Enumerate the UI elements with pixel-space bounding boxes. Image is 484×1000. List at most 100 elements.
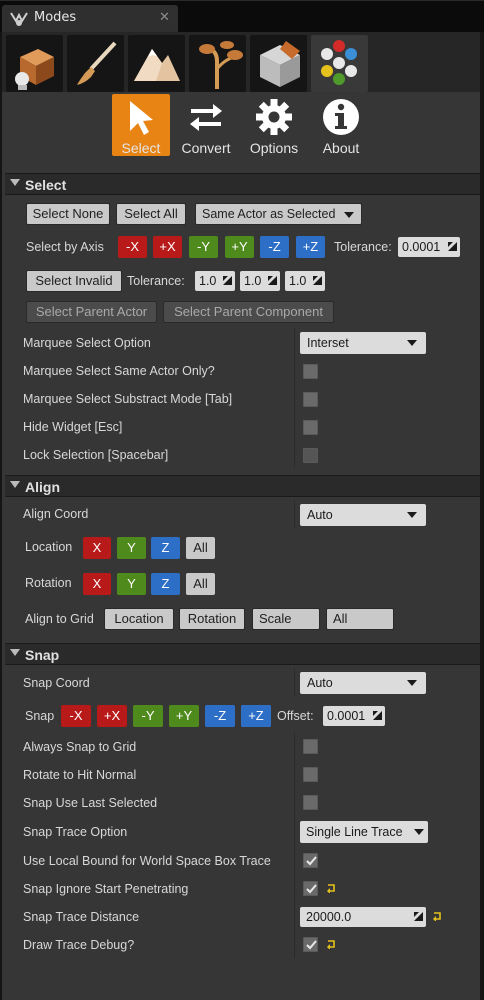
marquee-substract-checkbox[interactable] bbox=[303, 392, 318, 407]
trace-distance-label: Snap Trace Distance bbox=[23, 910, 140, 924]
align-location-x-button[interactable]: X bbox=[83, 537, 111, 559]
always-snap-checkbox[interactable] bbox=[303, 739, 318, 754]
trace-distance-value: 20000.0 bbox=[306, 910, 352, 924]
close-tab-icon[interactable]: ✕ bbox=[159, 10, 170, 25]
about-button[interactable]: About bbox=[312, 94, 370, 156]
lock-selection-checkbox[interactable] bbox=[303, 448, 318, 463]
tolerance2-label: Tolerance: bbox=[127, 274, 185, 288]
align-coord-dropdown[interactable]: Auto bbox=[300, 504, 426, 526]
align-grid-scale-button[interactable]: Scale bbox=[252, 608, 320, 630]
select-parent-actor-button[interactable]: Select Parent Actor bbox=[26, 301, 157, 323]
modes-plugin-tab[interactable] bbox=[311, 35, 368, 92]
tolerance-x-input[interactable]: 1.0 bbox=[195, 271, 235, 291]
select-axis-neg-z-button[interactable]: -Z bbox=[260, 236, 289, 258]
align-rotation-label: Rotation bbox=[25, 576, 72, 590]
mesh-paint-mode-tab[interactable] bbox=[250, 35, 307, 92]
snap-last-selected-checkbox[interactable] bbox=[303, 795, 318, 810]
tab-title: Modes bbox=[34, 10, 77, 25]
select-axis-pos-y-button[interactable]: +Y bbox=[225, 236, 254, 258]
draw-debug-label: Draw Trace Debug? bbox=[23, 938, 135, 952]
chevron-down-icon bbox=[414, 829, 424, 835]
ignore-start-checkbox[interactable] bbox=[303, 881, 318, 896]
align-grid-location-button[interactable]: Location bbox=[104, 608, 174, 630]
section-title: Snap bbox=[25, 647, 60, 663]
select-axis-pos-x-button[interactable]: +X bbox=[153, 236, 182, 258]
tab-bar: Modes ✕ bbox=[0, 0, 484, 33]
trace-distance-input[interactable]: 20000.0 bbox=[300, 907, 426, 927]
offset-label: Offset: bbox=[277, 709, 314, 723]
snap-coord-label: Snap Coord bbox=[23, 676, 90, 690]
marquee-same-actor-checkbox[interactable] bbox=[303, 364, 318, 379]
place-mode-tab[interactable] bbox=[6, 35, 63, 92]
select-axis-pos-z-button[interactable]: +Z bbox=[296, 236, 325, 258]
select-all-button[interactable]: Select All bbox=[116, 203, 186, 225]
lock-selection-label: Lock Selection [Spacebar] bbox=[23, 448, 169, 462]
snap-coord-value: Auto bbox=[307, 676, 333, 690]
local-bound-checkbox[interactable] bbox=[303, 853, 318, 868]
tolerance-input[interactable]: 0.0001 bbox=[398, 237, 460, 257]
reset-to-default-icon[interactable] bbox=[432, 911, 442, 921]
same-actor-dropdown[interactable]: Same Actor as Selected bbox=[195, 203, 362, 225]
align-grid-all-button[interactable]: All bbox=[326, 608, 394, 630]
select-axis-neg-x-button[interactable]: -X bbox=[118, 236, 147, 258]
select-by-axis-label: Select by Axis bbox=[26, 240, 104, 254]
align-to-grid-label: Align to Grid bbox=[25, 612, 94, 626]
align-coord-value: Auto bbox=[307, 508, 333, 522]
reset-to-default-icon[interactable] bbox=[326, 883, 336, 893]
tolerance-y-input[interactable]: 1.0 bbox=[240, 271, 280, 291]
align-rotation-x-button[interactable]: X bbox=[83, 573, 111, 595]
modes-window: Modes ✕ Select Convert Options About Sel… bbox=[0, 0, 484, 1000]
hide-widget-checkbox[interactable] bbox=[303, 420, 318, 435]
snap-coord-dropdown[interactable]: Auto bbox=[300, 672, 426, 694]
convert-label: Convert bbox=[181, 140, 231, 156]
snap-axis-neg-z-button[interactable]: -Z bbox=[205, 705, 235, 727]
options-button[interactable]: Options bbox=[245, 94, 303, 156]
rotate-hit-checkbox[interactable] bbox=[303, 767, 318, 782]
snap-axis-neg-x-button[interactable]: -X bbox=[61, 705, 91, 727]
trace-option-value: Single Line Trace bbox=[306, 825, 403, 839]
checkmark-icon bbox=[306, 856, 317, 866]
paint-mode-icon bbox=[77, 41, 117, 85]
snap-axis-pos-x-button[interactable]: +X bbox=[97, 705, 127, 727]
paint-mode-tab[interactable] bbox=[67, 35, 124, 92]
align-section-header[interactable]: Align bbox=[5, 475, 480, 497]
collapse-arrow-icon bbox=[10, 649, 20, 656]
snap-axis-neg-y-button[interactable]: -Y bbox=[133, 705, 163, 727]
select-mode-button[interactable]: Select bbox=[112, 94, 170, 156]
align-rotation-all-button[interactable]: All bbox=[186, 573, 215, 595]
convert-button[interactable]: Convert bbox=[177, 94, 235, 156]
tolerance-x-value: 1.0 bbox=[199, 274, 217, 288]
select-section-header[interactable]: Select bbox=[5, 173, 480, 195]
checkmark-icon bbox=[306, 884, 317, 894]
landscape-mode-tab[interactable] bbox=[128, 35, 185, 92]
foliage-mode-tab[interactable] bbox=[189, 35, 246, 92]
gear-icon bbox=[256, 99, 292, 135]
chevron-down-icon bbox=[407, 340, 417, 346]
select-invalid-button[interactable]: Select Invalid bbox=[26, 270, 122, 292]
offset-input[interactable]: 0.0001 bbox=[323, 706, 385, 726]
column-divider bbox=[294, 668, 295, 696]
always-snap-label: Always Snap to Grid bbox=[23, 740, 137, 754]
align-rotation-z-button[interactable]: Z bbox=[151, 573, 180, 595]
align-grid-rotation-button[interactable]: Rotation bbox=[179, 608, 245, 630]
modes-panel: Select Convert Options About Select Sele… bbox=[2, 92, 480, 1000]
align-location-y-button[interactable]: Y bbox=[117, 537, 146, 559]
align-location-z-button[interactable]: Z bbox=[151, 537, 180, 559]
marquee-option-dropdown[interactable]: Interset bbox=[300, 332, 426, 354]
snap-axis-pos-y-button[interactable]: +Y bbox=[169, 705, 199, 727]
draw-debug-checkbox[interactable] bbox=[303, 937, 318, 952]
snap-section-header[interactable]: Snap bbox=[5, 643, 480, 665]
reset-to-default-icon[interactable] bbox=[326, 939, 336, 949]
select-axis-neg-y-button[interactable]: -Y bbox=[189, 236, 218, 258]
tolerance-z-input[interactable]: 1.0 bbox=[285, 271, 325, 291]
select-none-button[interactable]: Select None bbox=[26, 203, 110, 225]
align-rotation-y-button[interactable]: Y bbox=[117, 573, 146, 595]
trace-option-dropdown[interactable]: Single Line Trace bbox=[300, 821, 428, 843]
align-location-all-button[interactable]: All bbox=[186, 537, 215, 559]
about-label: About bbox=[322, 140, 360, 156]
select-parent-component-button[interactable]: Select Parent Component bbox=[163, 301, 334, 323]
snap-axis-pos-z-button[interactable]: +Z bbox=[241, 705, 271, 727]
modes-tab[interactable]: Modes ✕ bbox=[2, 5, 178, 33]
marquee-option-label: Marquee Select Option bbox=[23, 336, 151, 350]
tolerance-label: Tolerance: bbox=[334, 240, 392, 254]
